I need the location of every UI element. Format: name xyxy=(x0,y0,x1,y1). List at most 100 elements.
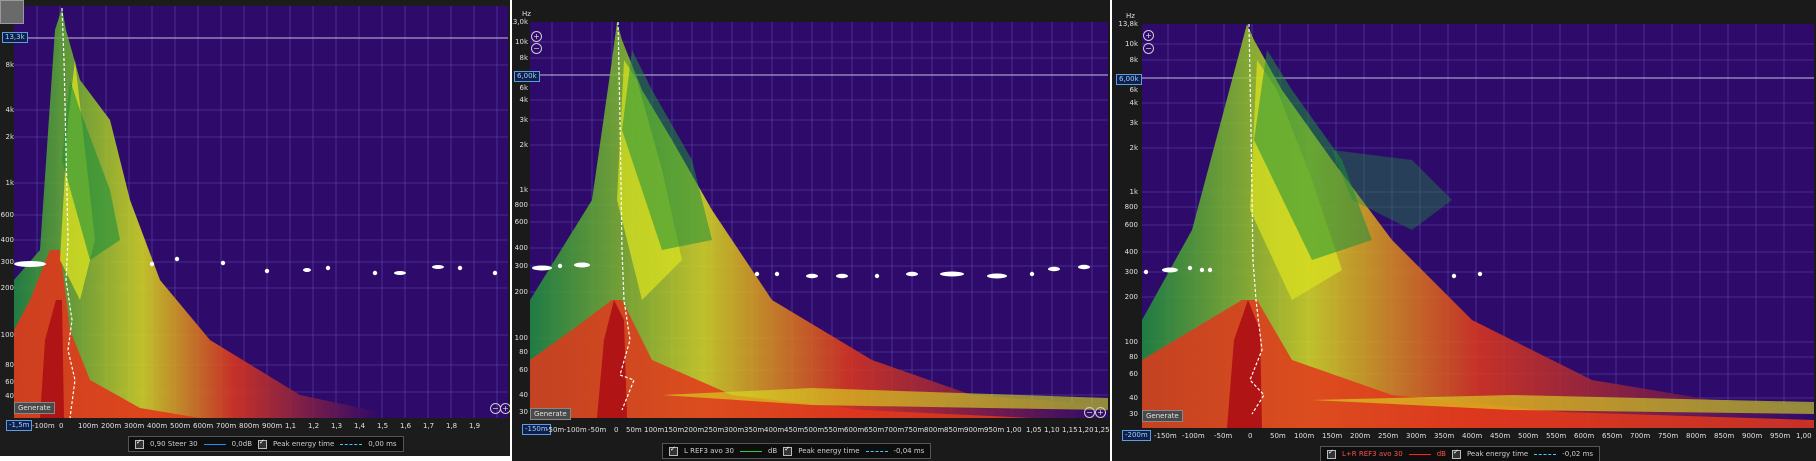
spectrogram-panel-1[interactable]: 13,3k 8k 4k 2k 1k 600 400 300 200 100 80… xyxy=(0,0,510,456)
panel-menu-button[interactable] xyxy=(0,0,24,24)
x-tick-label: 1,25 xyxy=(1094,426,1110,434)
y-tick-label: 6k xyxy=(519,84,528,92)
x-tick-label: -100m xyxy=(32,422,55,430)
generate-button[interactable]: Generate xyxy=(1142,410,1183,422)
x-tick-label: 800m xyxy=(924,426,945,434)
y-tick-label: 400 xyxy=(1124,248,1138,256)
series-swatch xyxy=(1408,453,1431,455)
zoom-out-icon[interactable]: − xyxy=(1143,43,1154,54)
y-tick-label: 10k xyxy=(515,38,528,46)
x-tick-label: 1,15 xyxy=(1062,426,1078,434)
zoom-out-icon[interactable]: − xyxy=(531,43,542,54)
y-tick-label: 6k xyxy=(1129,86,1138,94)
spectrogram-panel-3[interactable]: Hz 13,8k + − 6,00k 10k 8k 6k 4k 3k 2k 1k… xyxy=(1112,0,1816,461)
x-tick-label: 600m xyxy=(193,422,214,430)
x-tick-label: 150m xyxy=(664,426,685,434)
y-tick-label: 300 xyxy=(514,262,528,270)
peak-checkbox[interactable] xyxy=(783,445,793,456)
time-start-marker[interactable]: -1,5m xyxy=(6,420,33,431)
y-tick-label: 10k xyxy=(1125,40,1138,48)
x-tick-label: 500m xyxy=(1518,432,1539,440)
x-tick-label: 400m xyxy=(764,426,785,434)
y-tick-label: 1k xyxy=(1129,188,1138,196)
y-tick-label: 4k xyxy=(519,96,528,104)
x-tick-label: 700m xyxy=(1630,432,1651,440)
peak-value: -0,04 ms xyxy=(893,447,925,455)
y-tick-label: 80 xyxy=(519,348,528,356)
y-tick-label: 30 xyxy=(519,408,528,416)
legend: L REF3 avo 30 dB Peak energy time -0,04 … xyxy=(662,443,932,459)
y-tick-label: 200 xyxy=(514,288,528,296)
x-tick-label: -150m xyxy=(1154,432,1177,440)
frequency-marker[interactable]: 13,3k xyxy=(2,32,28,43)
x-tick-label: -50m xyxy=(588,426,607,434)
x-tick-label: 0 xyxy=(1248,432,1253,440)
series-label: L+R REF3 avo 30 xyxy=(1342,450,1403,458)
x-tick-label: 100m xyxy=(1294,432,1315,440)
y-tick-label: 60 xyxy=(1129,370,1138,378)
y-tick-label: 2k xyxy=(1129,144,1138,152)
spectrogram-plot-2[interactable] xyxy=(512,0,1110,461)
spectrogram-panel-2[interactable]: Hz 13,0k + − 6,00k 10k 8k 6k 4k 3k 2k 1k… xyxy=(512,0,1110,461)
x-tick-label: 850m xyxy=(944,426,965,434)
time-start-marker[interactable]: -200m xyxy=(1122,430,1151,441)
series-checkbox[interactable] xyxy=(135,438,144,449)
zoom-in-icon[interactable]: + xyxy=(1143,30,1154,41)
y-tick-label: 2k xyxy=(519,141,528,149)
series-label: L REF3 avo 30 xyxy=(684,447,734,455)
frequency-marker[interactable]: 6,00k xyxy=(514,71,540,82)
x-tick-label: 1,8 xyxy=(446,422,458,430)
x-tick-label: 950m xyxy=(984,426,1005,434)
x-tick-label: 1,1 xyxy=(285,422,297,430)
peak-swatch xyxy=(340,443,363,445)
x-tick-label: 150m xyxy=(1322,432,1343,440)
x-tick-label: 200m xyxy=(101,422,122,430)
y-tick-label: 3k xyxy=(1129,119,1138,127)
generate-button[interactable]: Generate xyxy=(14,402,55,414)
y-tick-label: 100 xyxy=(0,331,14,339)
series-checkbox[interactable] xyxy=(669,445,678,456)
x-tick-label: -50m xyxy=(1214,432,1233,440)
x-tick-label: 300m xyxy=(124,422,145,430)
x-tick-label: 450m xyxy=(784,426,805,434)
series-checkbox[interactable] xyxy=(1327,448,1336,459)
spectrogram-plot-3[interactable] xyxy=(1112,0,1816,461)
x-tick-label: 1,7 xyxy=(423,422,435,430)
y-tick-label: 1k xyxy=(5,179,14,187)
y-tick-label: 60 xyxy=(5,378,14,386)
series-value: dB xyxy=(767,447,778,455)
peak-swatch xyxy=(1534,453,1557,455)
x-tick-label: 1,20 xyxy=(1078,426,1094,434)
peak-label: Peak energy time xyxy=(1466,450,1529,458)
peak-checkbox[interactable] xyxy=(1451,448,1461,459)
y-tick-label: 1k xyxy=(519,186,528,194)
x-tick-label: 250m xyxy=(704,426,725,434)
y-tick-label: 40 xyxy=(1129,394,1138,402)
x-tick-label: 200m xyxy=(1350,432,1371,440)
y-tick-label: 600 xyxy=(514,218,528,226)
x-tick-label: 750m xyxy=(1658,432,1679,440)
y-top-label: 13,8k xyxy=(1118,20,1138,28)
x-tick-label: 400m xyxy=(147,422,168,430)
x-tick-label: 250m xyxy=(1378,432,1399,440)
x-tick-label: 900m xyxy=(1742,432,1763,440)
x-tick-label: -100m xyxy=(564,426,587,434)
y-tick-label: 300 xyxy=(0,258,14,266)
spectrogram-plot-1[interactable] xyxy=(0,0,510,456)
y-top-label: 13,0k xyxy=(512,18,528,26)
zoom-in-icon[interactable]: + xyxy=(1095,407,1106,418)
zoom-out-icon[interactable]: − xyxy=(1084,407,1095,418)
frequency-marker[interactable]: 6,00k xyxy=(1116,74,1142,85)
x-tick-label: 750m xyxy=(904,426,925,434)
x-tick-label: 1,3 xyxy=(331,422,343,430)
x-tick-label: 0 xyxy=(614,426,619,434)
zoom-in-icon[interactable]: + xyxy=(500,403,510,414)
y-tick-label: 4k xyxy=(1129,99,1138,107)
x-tick-label: 100m xyxy=(78,422,99,430)
generate-button[interactable]: Generate xyxy=(530,408,571,420)
x-tick-label: 350m xyxy=(1434,432,1455,440)
x-tick-label: 950m xyxy=(1770,432,1791,440)
peak-checkbox[interactable] xyxy=(258,438,268,449)
zoom-in-icon[interactable]: + xyxy=(531,31,542,42)
x-tick-label: 900m xyxy=(964,426,985,434)
